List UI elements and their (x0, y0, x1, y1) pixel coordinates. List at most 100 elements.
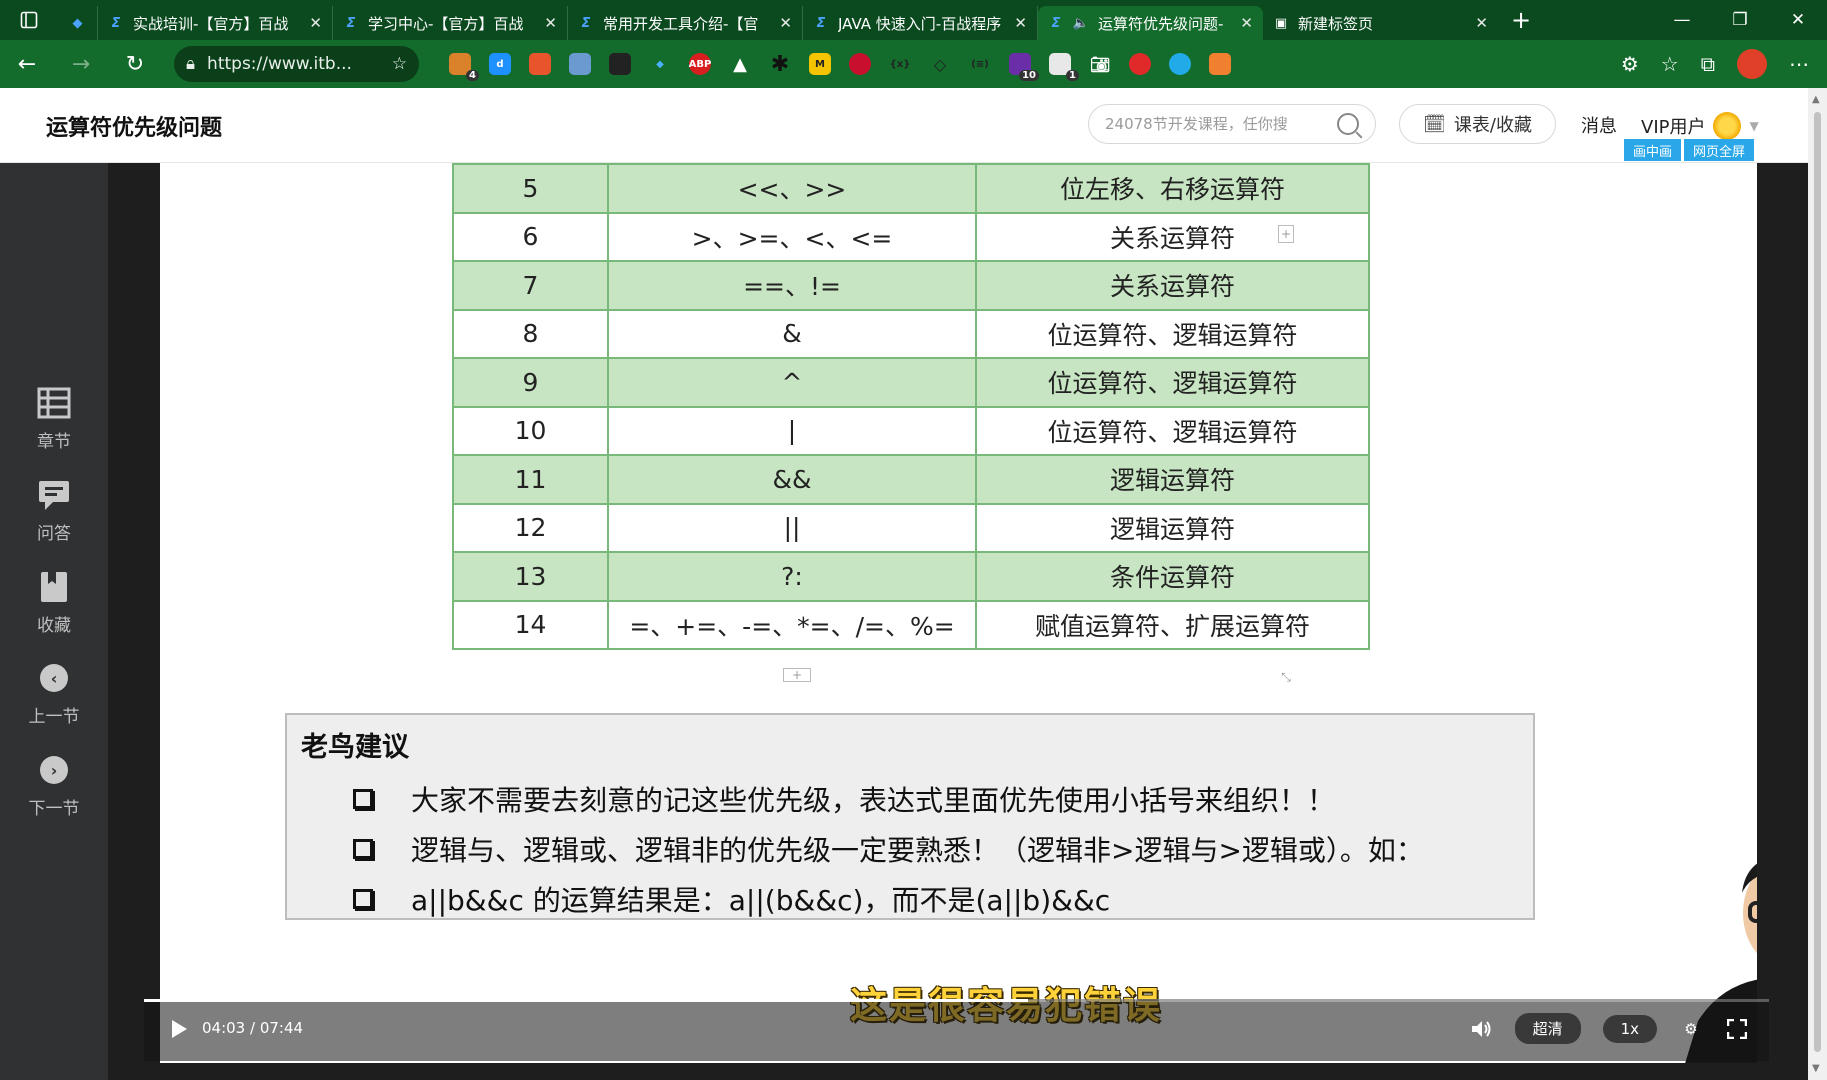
qa-icon (36, 477, 72, 513)
extension-icon[interactable]: {x} (889, 53, 911, 75)
new-tab-button[interactable]: + (1498, 0, 1544, 40)
table-cell-priority: 12 (452, 502, 609, 553)
extension-icon[interactable] (569, 53, 591, 75)
sidebar-item-bookmark[interactable]: 收藏 (0, 569, 108, 636)
extension-icon[interactable] (1169, 53, 1191, 75)
tab-title: JAVA 快速入门-百战程序 (838, 14, 1002, 33)
table-row: 13?: 条件运算符 (452, 551, 1370, 602)
search-input[interactable] (1105, 115, 1337, 133)
close-icon[interactable]: ✕ (779, 14, 792, 32)
extension-icon[interactable]: d (489, 53, 511, 75)
window-controls: — ❐ ✕ (1653, 0, 1827, 40)
tab-title: 常用开发工具介绍-【官 (603, 14, 759, 33)
tab-shizhan[interactable]: Σ 实战培训-【官方】百战 ✕ (98, 6, 333, 40)
checkbox-bullet-icon (353, 889, 373, 909)
scrollbar-thumb[interactable] (1814, 112, 1821, 1052)
fox-icon[interactable] (1209, 53, 1231, 75)
play-icon[interactable] (172, 1020, 187, 1038)
tab-tools[interactable]: Σ 常用开发工具介绍-【官 ✕ (568, 6, 803, 40)
sidebar-item-prev[interactable]: ‹ 上一节 (0, 660, 108, 727)
gem-icon[interactable]: ◆ (649, 53, 671, 75)
close-icon[interactable]: ✕ (1475, 14, 1488, 32)
prev-icon: ‹ (36, 660, 72, 696)
extension-icon[interactable]: 10 (1009, 53, 1039, 81)
extension-icon[interactable]: 4 (449, 53, 479, 81)
site-icon: Σ (581, 15, 591, 31)
extension-icon[interactable] (1129, 53, 1151, 75)
table-cell-type: 逻辑运算符 (975, 502, 1370, 553)
extension-icon[interactable]: (≡) (969, 53, 991, 75)
extension-icon[interactable] (849, 53, 871, 75)
back-icon[interactable]: ← (0, 40, 54, 88)
reload-icon[interactable]: ↻ (108, 40, 162, 88)
settings-icon[interactable]: ⚙ (1679, 1017, 1703, 1041)
web-fullscreen-button[interactable]: 网页全屏 (1684, 139, 1755, 161)
table-cell-type: 位运算符、逻辑运算符 (975, 405, 1370, 456)
extension-icon[interactable]: ◇ (929, 53, 951, 75)
restore-icon[interactable]: ❐ (1711, 0, 1769, 40)
favorite-add-icon[interactable]: ☆ (392, 54, 407, 74)
asterisk-icon[interactable]: ✱ (769, 52, 791, 77)
schedule-button[interactable]: 🗓︎ 课表/收藏 (1399, 104, 1556, 144)
collections-icon[interactable]: ⧉ (1701, 52, 1715, 76)
tab-actions-icon[interactable] (0, 0, 58, 40)
pip-button[interactable]: 画中画 (1624, 139, 1682, 161)
quality-selector[interactable]: 超清 (1514, 1013, 1581, 1044)
close-icon[interactable]: ✕ (1240, 14, 1253, 32)
progress-bar[interactable] (144, 999, 1769, 1002)
table-add-row-icon[interactable]: + (783, 668, 811, 682)
adblock-icon[interactable]: ABP (689, 53, 711, 75)
scroll-down-icon[interactable]: ▼ (1812, 1063, 1820, 1074)
close-icon[interactable]: ✕ (309, 14, 322, 32)
messages-link[interactable]: 消息 (1581, 112, 1617, 138)
tab-xuexi[interactable]: Σ 学习中心-【官方】百战 ✕ (333, 6, 568, 40)
course-sidebar: 章节 问答 收藏 ‹ 上一节 › 下一节 (0, 163, 108, 1080)
tab-newtab[interactable]: ▣ 新建标签页 ✕ (1263, 6, 1498, 40)
triangle-icon[interactable]: ▲ (729, 53, 751, 75)
course-search[interactable] (1088, 104, 1376, 144)
more-icon[interactable]: ⋯ (1789, 52, 1809, 76)
video-player[interactable]: 5 <<、>> 位左移、右移运算符 6 >、>=、<、<= 关系运算符 7 ==、!= 关系运算… (108, 163, 1808, 1080)
table-row: 9 ^ 位运算符、逻辑运算符 (452, 357, 1370, 408)
speed-selector[interactable]: 1x (1602, 1014, 1657, 1043)
extension-icon[interactable]: 1 (1049, 53, 1079, 81)
advice-item: 大家不需要去刻意的记这些优先级，表达式里面优先使用小括号来组织！！ (301, 774, 1519, 824)
close-window-icon[interactable]: ✕ (1769, 0, 1827, 40)
advice-title: 老鸟建议 (301, 732, 409, 763)
table-cell-type: 关系运算符 (975, 211, 1370, 262)
table-cell-type: 赋值运算符、扩展运算符 (975, 599, 1370, 650)
table-row: 8 & 位运算符、逻辑运算符 (452, 308, 1370, 359)
table-add-column-icon[interactable]: + (1278, 225, 1294, 243)
extensions-icon[interactable]: ⚙︎ (1621, 52, 1639, 76)
forward-icon[interactable]: → (54, 40, 108, 88)
lock-icon: 🔒︎ (186, 54, 196, 74)
table-cell-priority: 9 (452, 357, 609, 408)
minimize-icon[interactable]: — (1653, 0, 1711, 40)
extension-icon[interactable]: M (809, 53, 831, 75)
favorites-icon[interactable]: ☆ (1661, 52, 1679, 76)
profile-avatar[interactable] (1737, 49, 1767, 79)
table-row: 11 && 逻辑运算符 (452, 454, 1370, 505)
page-scrollbar[interactable]: ▲ ▼ (1808, 88, 1827, 1080)
tab-java[interactable]: Σ JAVA 快速入门-百战程序 ✕ (803, 6, 1038, 40)
scroll-up-icon[interactable]: ▲ (1812, 94, 1820, 105)
tab-active[interactable]: Σ 🔈 运算符优先级问题- ✕ (1038, 6, 1263, 40)
toolbar-right: ⚙︎ ☆ ⧉ ⋯ (1621, 49, 1827, 79)
address-bar[interactable]: 🔒︎ https://www.itb... ☆ (174, 46, 419, 82)
tab-pinned[interactable]: ◆ (58, 6, 98, 40)
table-resize-icon[interactable]: ⤡ (1278, 668, 1294, 686)
search-icon[interactable] (1337, 113, 1359, 135)
volume-icon[interactable] (1469, 1017, 1493, 1041)
sidebar-item-next[interactable]: › 下一节 (0, 752, 108, 819)
close-icon[interactable]: ✕ (1014, 14, 1027, 32)
fullscreen-icon[interactable] (1725, 1017, 1749, 1041)
extension-icon[interactable] (609, 53, 631, 75)
sidebar-item-label: 问答 (37, 524, 71, 544)
camera-icon[interactable]: 📷︎ (1089, 53, 1111, 75)
extension-icon[interactable] (529, 53, 551, 75)
sidebar-item-chapters[interactable]: 章节 (0, 385, 108, 452)
close-icon[interactable]: ✕ (544, 14, 557, 32)
sidebar-item-qa[interactable]: 问答 (0, 477, 108, 544)
vip-user-menu[interactable]: VIP用户 ▼ (1641, 112, 1759, 140)
speaker-icon[interactable]: 🔈 (1073, 15, 1089, 31)
